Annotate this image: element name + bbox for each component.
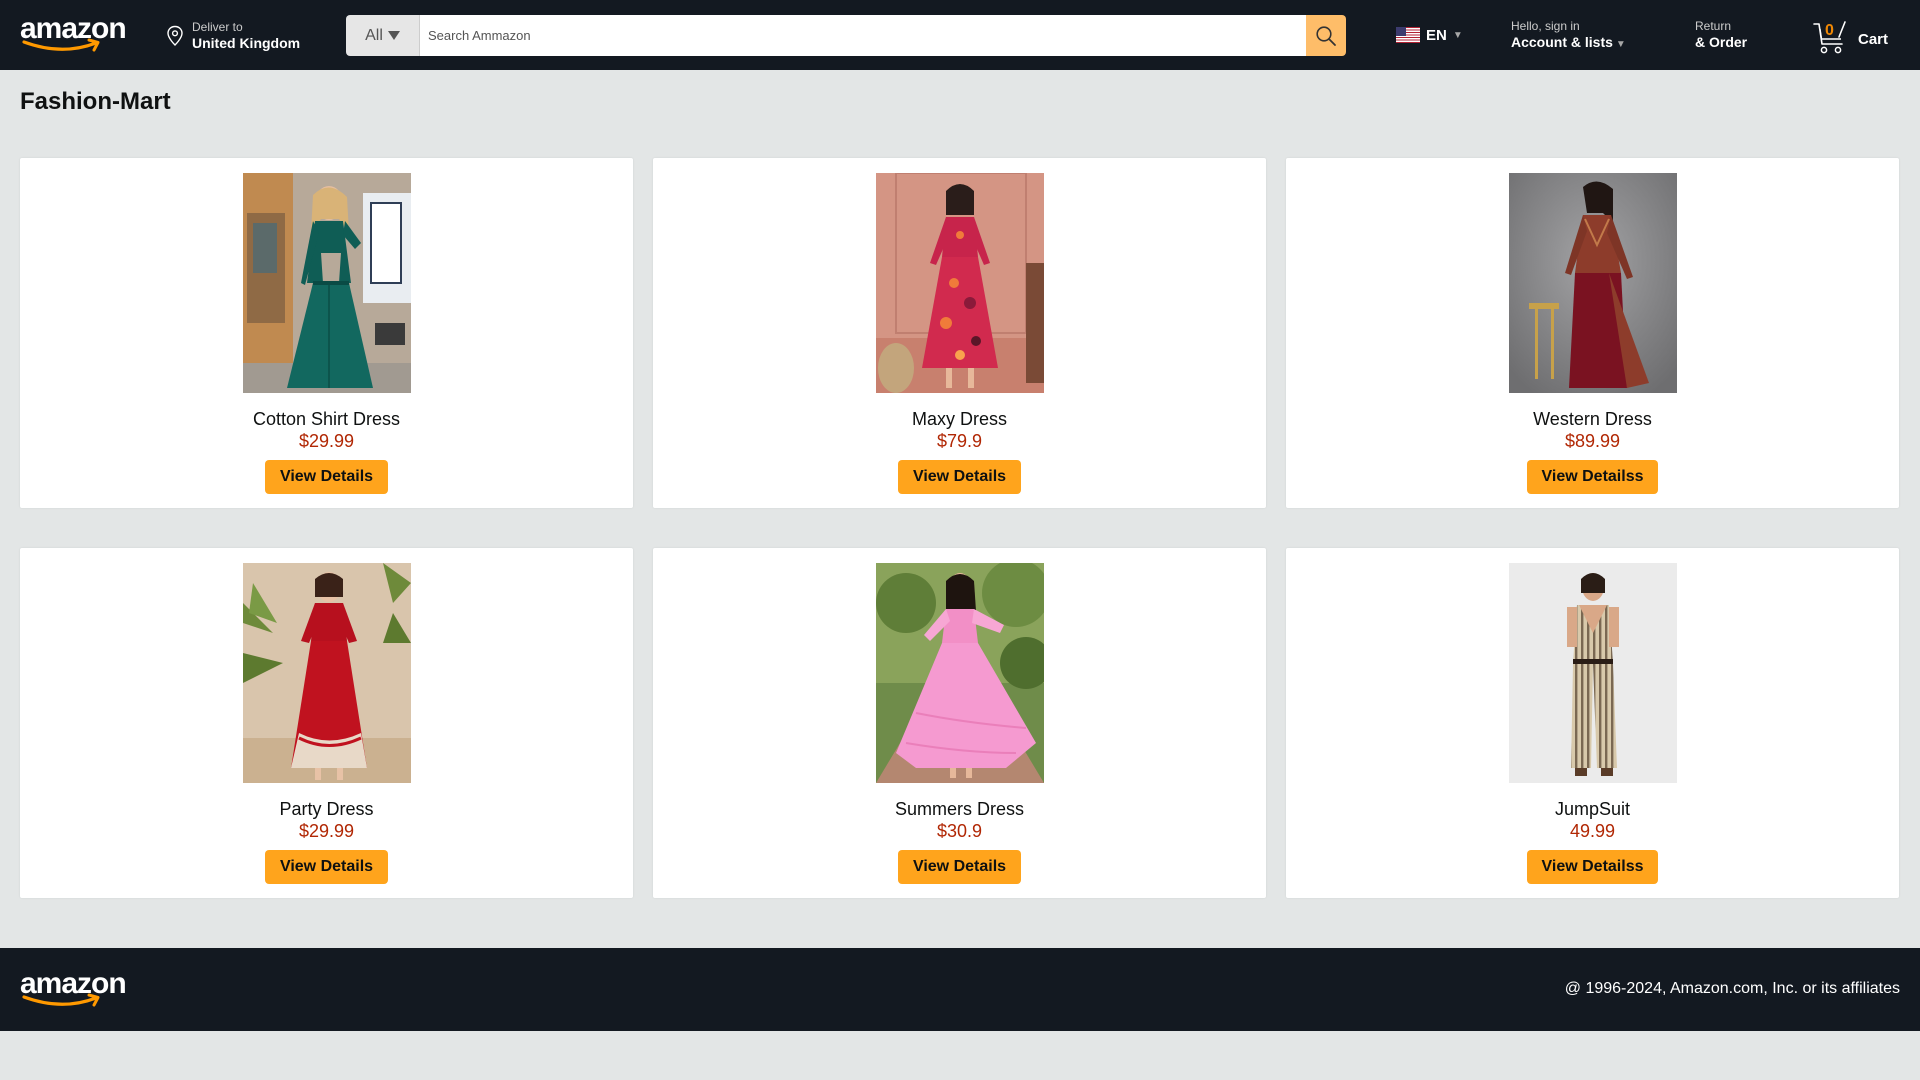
product-price: $29.99: [298, 821, 355, 841]
product-grid: Cotton Shirt Dress $29.99 View Details M…: [20, 158, 1900, 898]
caret-down-icon: ▼: [1615, 39, 1626, 50]
product-name: Party Dress: [279, 799, 374, 819]
orders-label: & Order: [1695, 34, 1748, 50]
search-button[interactable]: [1306, 15, 1346, 56]
product-card: Cotton Shirt Dress $29.99 View Details: [20, 158, 633, 508]
product-image-maroon-western-dress[interactable]: [1508, 173, 1677, 393]
product-card: Summers Dress $30.9 View Details: [653, 548, 1266, 898]
dropdown-triangle-icon: [387, 31, 400, 40]
product-name: Summers Dress: [894, 799, 1024, 819]
page-title: Fashion-Mart: [20, 88, 171, 115]
cart-count: 0: [1825, 22, 1834, 39]
product-price: $79.9: [936, 431, 983, 451]
product-name: Western Dress: [1533, 409, 1652, 429]
view-details-button[interactable]: View Detailss: [1526, 460, 1659, 494]
smile-arrow-icon: [22, 993, 100, 1007]
product-price: $29.99: [298, 431, 355, 451]
deliver-label: Deliver to: [192, 20, 243, 34]
account-lists-label: Account & lists: [1511, 34, 1613, 50]
product-name: JumpSuit: [1554, 799, 1631, 819]
search-category-dropdown[interactable]: All: [346, 15, 420, 56]
top-nav-bar: amazon Deliver to United Kingdom All Sea…: [0, 0, 1920, 70]
smile-arrow-icon: [22, 38, 100, 52]
product-image-red-party-dress[interactable]: [242, 563, 411, 783]
product-image-floral-maxi-dress[interactable]: [875, 173, 1044, 393]
product-name: Maxy Dress: [911, 409, 1007, 429]
deliver-to-location[interactable]: Deliver to United Kingdom: [166, 19, 300, 53]
view-details-button[interactable]: View Details: [264, 460, 389, 494]
returns-orders-link[interactable]: Return & Order: [1695, 19, 1747, 51]
cart-label: Cart: [1858, 31, 1889, 48]
product-card: Party Dress $29.99 View Details: [20, 548, 633, 898]
product-price: $89.99: [1564, 431, 1621, 451]
account-lists-menu[interactable]: Hello, sign in Account & lists ▼: [1511, 19, 1626, 54]
location-pin-icon: [167, 25, 183, 46]
amazon-logo[interactable]: amazon: [20, 14, 127, 54]
cart-button[interactable]: 0 Cart: [1812, 18, 1888, 56]
product-card: JumpSuit 49.99 View Detailss: [1286, 548, 1899, 898]
view-details-button[interactable]: View Details: [897, 460, 1022, 494]
language-code: EN: [1426, 26, 1447, 44]
product-name: Cotton Shirt Dress: [252, 409, 401, 429]
view-details-button[interactable]: View Details: [264, 850, 389, 884]
search-bar: All: [346, 15, 1346, 56]
returns-label: Return: [1695, 19, 1732, 33]
view-details-button[interactable]: View Detailss: [1526, 850, 1659, 884]
product-image-green-shirt-dress[interactable]: [242, 173, 411, 393]
search-input[interactable]: [420, 15, 1306, 56]
us-flag-icon: [1396, 27, 1420, 43]
product-price: 49.99: [1569, 821, 1616, 841]
product-card: Western Dress $89.99 View Detailss: [1286, 158, 1899, 508]
footer-amazon-logo[interactable]: amazon: [20, 969, 127, 1009]
copyright-text: @ 1996-2024, Amazon.com, Inc. or its aff…: [1564, 980, 1900, 997]
caret-down-icon: ▼: [1452, 29, 1463, 41]
view-details-button[interactable]: View Details: [897, 850, 1022, 884]
cart-icon-wrap: 0: [1812, 20, 1850, 56]
language-selector[interactable]: EN ▼: [1396, 24, 1463, 46]
product-image-striped-jumpsuit[interactable]: [1508, 563, 1677, 783]
account-lists-row: Account & lists ▼: [1511, 33, 1626, 54]
search-category-label: All: [365, 26, 383, 44]
account-greeting: Hello, sign in: [1511, 19, 1580, 33]
deliver-country: United Kingdom: [192, 35, 301, 51]
product-card: Maxy Dress $79.9 View Details: [653, 158, 1266, 508]
product-price: $30.9: [936, 821, 983, 841]
footer: amazon @ 1996-2024, Amazon.com, Inc. or …: [0, 948, 1920, 1031]
search-icon: [1316, 25, 1336, 46]
deliver-text: Deliver to United Kingdom: [192, 20, 300, 52]
product-image-pink-summer-dress[interactable]: [875, 563, 1044, 783]
